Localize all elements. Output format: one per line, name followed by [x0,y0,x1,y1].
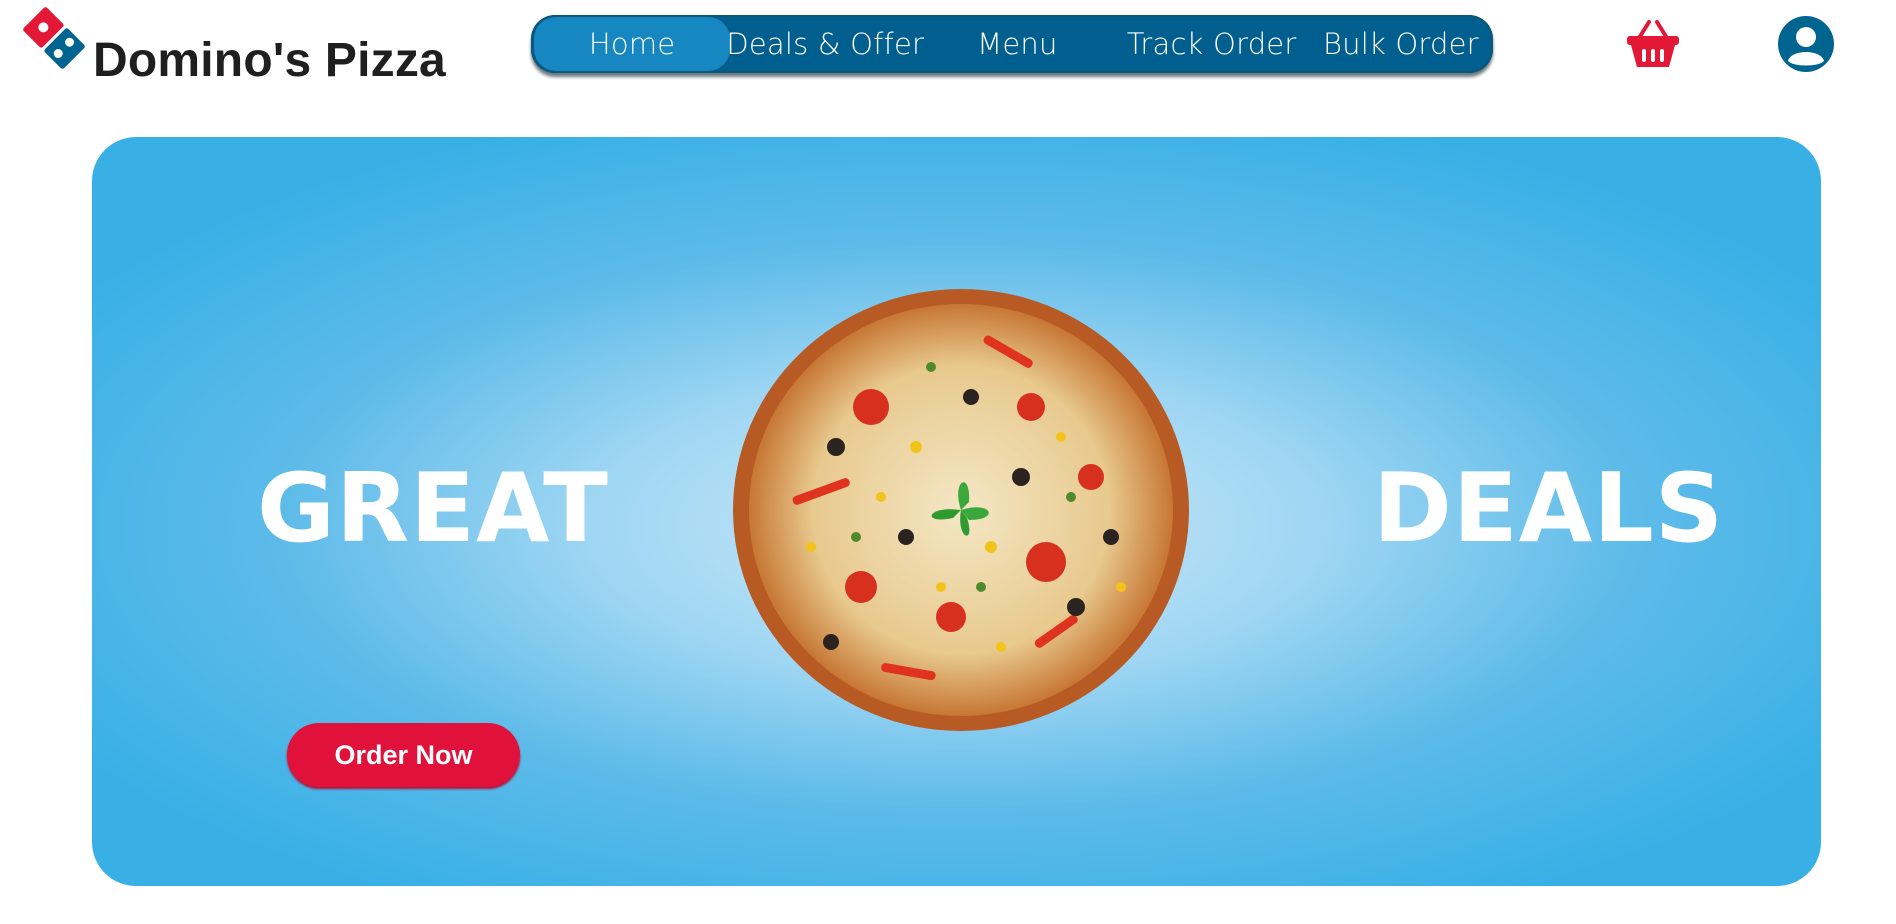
nav-item-track-order[interactable]: Track Order [1114,17,1308,71]
nav-item-label: Deals & Offer [726,27,925,61]
pizza-image [731,287,1191,733]
nav-item-bulk-order[interactable]: Bulk Order [1309,17,1493,71]
nav-item-label: Menu [977,27,1058,61]
nav-item-label: Home [588,27,676,61]
dominos-logo-icon[interactable] [17,1,91,75]
shopping-basket-icon[interactable] [1625,18,1681,70]
nav-item-deals-offer[interactable]: Deals & Offer [726,17,924,71]
hero-left-text: GREAT [257,454,609,564]
order-now-button[interactable]: Order Now [287,723,520,787]
nav-item-label: Track Order [1126,27,1297,61]
hero-right-text: DEALS [1373,454,1725,564]
main-nav: Home Deals & Offer Menu Track Order Bulk… [531,15,1493,73]
hero-banner: GREAT DEALS Order Now [92,137,1821,886]
nav-item-menu[interactable]: Menu [920,17,1114,71]
nav-item-label: Bulk Order [1322,27,1479,61]
brand-title: Domino's Pizza [93,34,446,87]
user-account-icon[interactable] [1777,15,1835,73]
nav-item-home[interactable]: Home [534,17,731,71]
